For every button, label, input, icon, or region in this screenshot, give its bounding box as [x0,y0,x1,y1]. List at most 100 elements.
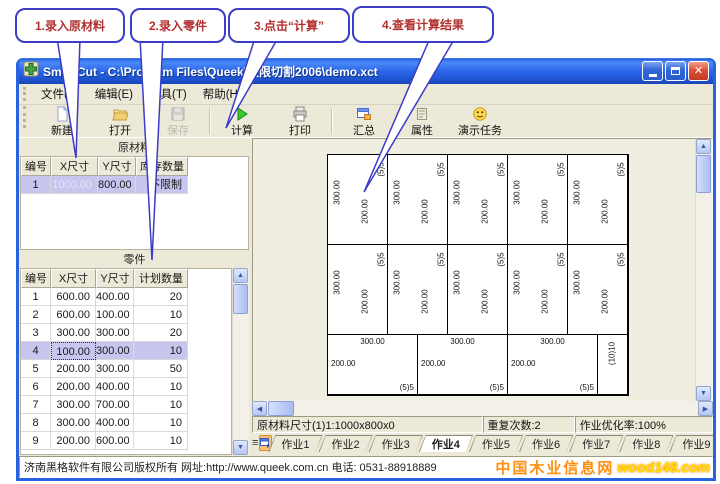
table-header-cell[interactable]: 计划数量 [134,269,188,288]
table-cell[interactable]: 300.00 [51,324,96,342]
table-cell[interactable]: 10 [134,342,188,360]
table-cell[interactable]: 3 [21,324,51,342]
tab-作业6[interactable]: 作业6 [519,435,573,452]
table-cell[interactable]: 5 [21,360,51,378]
table-row[interactable]: 11000.00800.00不限制 [21,176,248,194]
table-header-cell[interactable]: 编号 [21,157,51,176]
table-cell[interactable]: 7 [21,396,51,414]
diagram-label: 200.00 [481,282,490,322]
scrollbar-thumb[interactable] [696,155,711,193]
toolbar-button-3[interactable]: 保存 [149,106,207,137]
table-cell[interactable]: 10 [134,306,188,324]
toolbar-button-1[interactable]: 新建 [33,106,91,137]
table-header-cell[interactable]: 库存数量 [136,157,188,176]
table-header-cell[interactable]: Y尺寸 [96,269,134,288]
table-cell[interactable]: 1000.00 [51,176,98,194]
toolbar-button-5[interactable]: 打印 [271,106,329,137]
table-cell[interactable]: 400.00 [96,288,134,306]
table-row[interactable]: 1600.00400.0020 [21,288,231,306]
scroll-down-icon[interactable]: ▼ [696,386,711,401]
menu-item-2[interactable]: 编辑(E) [87,87,141,103]
menu-item-1[interactable]: 文件(F) [33,87,87,103]
toolbar-button-6[interactable]: 汇总 [335,106,393,137]
table-cell[interactable]: 600.00 [51,288,96,306]
table-cell[interactable]: 2 [21,306,51,324]
table-header-cell[interactable]: 编号 [21,269,51,288]
tab-作业5[interactable]: 作业5 [469,435,523,452]
table-row[interactable]: 2600.00100.0010 [21,306,231,324]
table-cell[interactable]: 8 [21,414,51,432]
table-header-cell[interactable]: X尺寸 [51,269,96,288]
table-cell[interactable]: 20 [134,324,188,342]
menu-item-3[interactable]: 工具(T) [141,87,195,103]
scroll-up-icon[interactable]: ▲ [696,139,711,154]
table-cell[interactable]: 100.00 [51,342,96,360]
scrollbar-thumb[interactable] [233,284,248,314]
table-cell[interactable]: 100.00 [96,306,134,324]
scroll-up-icon[interactable]: ▲ [233,268,248,283]
table-row[interactable]: 5200.00300.0050 [21,360,231,378]
table-cell[interactable]: 1 [21,176,51,194]
title-bar[interactable]: SmartCut - C:\Program Files\Queek\极限切割20… [19,58,713,84]
table-cell[interactable]: 6 [21,378,51,396]
viewport-hscrollbar[interactable]: ◀ ▶ [252,401,713,416]
tab-list-button[interactable]: ≡ [252,435,258,451]
tab-作业4[interactable]: 作业4 [419,435,473,452]
tab-作业7[interactable]: 作业7 [569,435,623,452]
table-cell[interactable]: 10 [134,378,188,396]
scrollbar-thumb[interactable] [268,401,294,416]
tab-作业3[interactable]: 作业3 [369,435,423,452]
table-row[interactable]: 3300.00300.0020 [21,324,231,342]
tab-作业8[interactable]: 作业8 [619,435,673,452]
materials-table[interactable]: 编号X尺寸Y尺寸库存数量11000.00800.00不限制 [20,156,249,250]
table-cell[interactable]: 50 [134,360,188,378]
tab-作业9[interactable]: 作业9 [669,435,713,452]
parts-scrollbar[interactable]: ▲ ▼ [232,268,249,455]
table-cell[interactable]: 300.00 [96,360,134,378]
table-row[interactable]: 8300.00400.0010 [21,414,231,432]
close-button[interactable]: ✕ [688,61,709,81]
minimize-button[interactable] [642,61,663,81]
table-cell[interactable]: 4 [21,342,51,360]
table-row[interactable]: 4100.00300.0010 [21,342,231,360]
table-cell[interactable]: 700.00 [96,396,134,414]
parts-table[interactable]: 编号X尺寸Y尺寸计划数量1600.00400.00202600.00100.00… [20,268,232,455]
scroll-right-icon[interactable]: ▶ [698,401,713,416]
table-cell[interactable]: 300.00 [51,396,96,414]
table-cell[interactable]: 300.00 [96,324,134,342]
table-cell[interactable]: 10 [134,396,188,414]
table-row[interactable]: 6200.00400.0010 [21,378,231,396]
toolbar-button-2[interactable]: 打开 [91,106,149,137]
toolbar-button-7[interactable]: 属性 [393,106,451,137]
table-cell[interactable]: 不限制 [136,176,188,194]
table-cell[interactable]: 1 [21,288,51,306]
tab-作业1[interactable]: 作业1 [268,435,322,452]
viewport-vscrollbar[interactable]: ▲ ▼ [695,139,712,401]
table-cell[interactable]: 400.00 [96,414,134,432]
table-cell[interactable]: 9 [21,432,51,450]
tab-作业2[interactable]: 作业2 [319,435,373,452]
toolbar-button-4[interactable]: 计算 [213,106,271,137]
table-cell[interactable]: 800.00 [98,176,136,194]
table-header-cell[interactable]: X尺寸 [51,157,98,176]
scroll-down-icon[interactable]: ▼ [233,440,248,455]
table-cell[interactable]: 600.00 [96,432,134,450]
table-header-cell[interactable]: Y尺寸 [98,157,136,176]
table-cell[interactable]: 200.00 [51,360,96,378]
table-cell[interactable]: 300.00 [96,342,134,360]
table-cell[interactable]: 200.00 [51,378,96,396]
table-cell[interactable]: 10 [134,432,188,450]
table-cell[interactable]: 10 [134,414,188,432]
layout-viewport[interactable]: 300.00200.00(5)5300.00200.00(5)5300.0020… [252,138,713,401]
table-cell[interactable]: 600.00 [51,306,96,324]
table-row[interactable]: 7300.00700.0010 [21,396,231,414]
menu-item-4[interactable]: 帮助(H) [195,87,250,103]
table-row[interactable]: 9200.00600.0010 [21,432,231,450]
table-cell[interactable]: 300.00 [51,414,96,432]
table-cell[interactable]: 400.00 [96,378,134,396]
toolbar-button-8[interactable]: 演示任务 [451,106,509,137]
maximize-button[interactable] [665,61,686,81]
table-cell[interactable]: 200.00 [51,432,96,450]
table-cell[interactable]: 20 [134,288,188,306]
scroll-left-icon[interactable]: ◀ [252,401,267,416]
